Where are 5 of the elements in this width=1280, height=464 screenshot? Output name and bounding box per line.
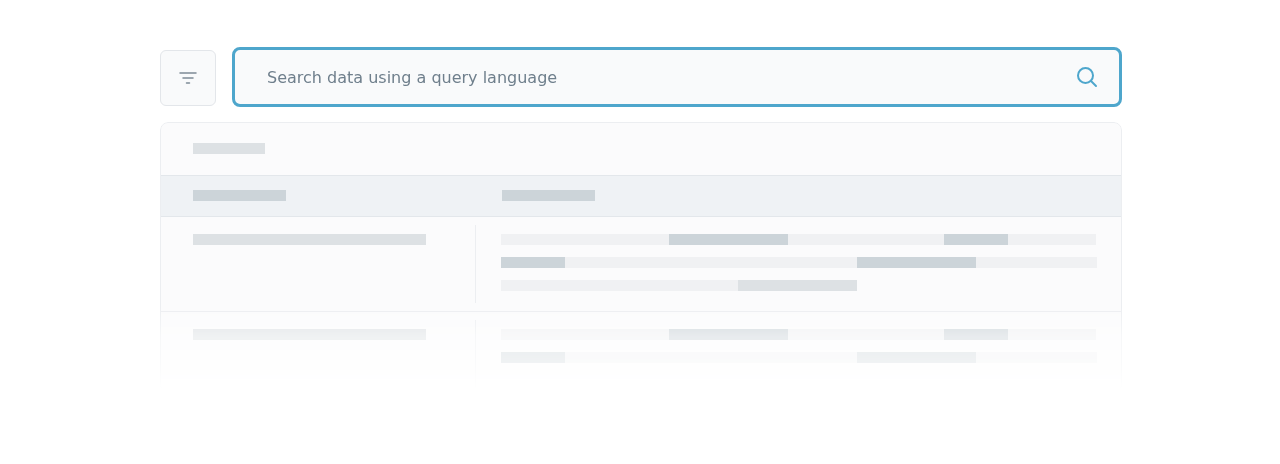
search-icon[interactable] [1076, 66, 1098, 88]
filter-icon [179, 71, 197, 85]
placeholder-bar [193, 143, 265, 154]
filter-button[interactable] [160, 50, 216, 106]
search-field[interactable]: Search data using a query language [232, 47, 1122, 107]
